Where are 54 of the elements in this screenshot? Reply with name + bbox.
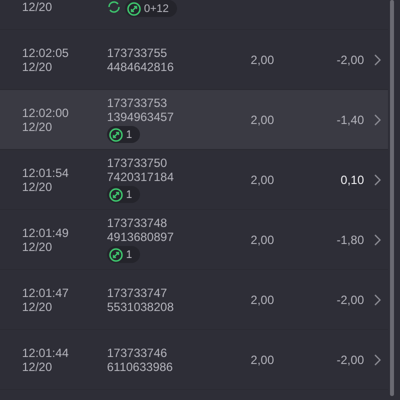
scrollbar[interactable] (390, 0, 394, 396)
date-text: 12/20 (22, 120, 54, 134)
time-text: 12:02:00 (22, 106, 70, 120)
id-text: 1394963457 (107, 110, 175, 124)
swap-count-badge: 1 (107, 126, 140, 143)
date-text: 12/20 (22, 240, 54, 254)
id-text: 5531038208 (107, 300, 175, 314)
id-text: 173733755 (107, 46, 168, 60)
id-text: 7420317184 (107, 170, 175, 184)
swap-count-badge: 0+12 (125, 0, 177, 17)
stake-text: 2,00 (250, 352, 274, 366)
chevron-icon (374, 114, 381, 126)
id-text: 173733748 (107, 216, 168, 230)
result-text: 0,10 (340, 172, 364, 186)
stake-text: 2,00 (250, 112, 274, 126)
time-text: 12:01:47 (22, 286, 70, 300)
bet-row[interactable]: 12:02:00 12/20 173733753 1394963457 1 2,00 -1,40 (0, 90, 388, 150)
id-text: 173733753 (107, 96, 168, 110)
chevron-icon (374, 354, 381, 366)
swap-count-badge: 1 (107, 186, 140, 203)
id-text: 173733750 (107, 156, 168, 170)
result-text: -2,00 (336, 292, 364, 306)
date-text: 12/20 (22, 300, 54, 314)
stake-text: 2,00 (250, 52, 274, 66)
time-text: 12:01:49 (22, 226, 70, 240)
id-text: 6110633986 (107, 360, 174, 374)
stake-text: 2,00 (250, 172, 274, 186)
time-text: 12:01:54 (22, 166, 70, 180)
swap-icon (127, 2, 141, 16)
result-text: -1,80 (336, 232, 364, 246)
date-text: 12/20 (22, 0, 54, 14)
id-text: 4484642816 (107, 60, 175, 74)
swap-count-badge: 1 (107, 246, 140, 263)
refresh-icon (107, 0, 121, 14)
date-text: 12/20 (22, 60, 54, 74)
chevron-icon (374, 54, 381, 66)
chevron-icon (374, 174, 381, 186)
result-text: -1,40 (336, 112, 364, 126)
result-text: -2,00 (336, 52, 364, 66)
date-text: 12/20 (22, 360, 54, 374)
id-text: 173733747 (107, 286, 168, 300)
time-text: 12:02:05 (22, 46, 70, 60)
swap-icon (109, 188, 123, 202)
swap-icon (109, 248, 123, 262)
result-text: -2,00 (336, 352, 364, 366)
stake-text: 2,00 (250, 292, 274, 306)
stake-text: 2,00 (250, 232, 274, 246)
swap-icon (109, 128, 123, 142)
id-text: 173733746 (107, 346, 168, 360)
date-text: 12/20 (22, 180, 54, 194)
time-text: 12:01:44 (22, 346, 70, 360)
chevron-icon (374, 234, 381, 246)
id-text: 4913680897 (107, 230, 175, 244)
chevron-icon (374, 294, 381, 306)
